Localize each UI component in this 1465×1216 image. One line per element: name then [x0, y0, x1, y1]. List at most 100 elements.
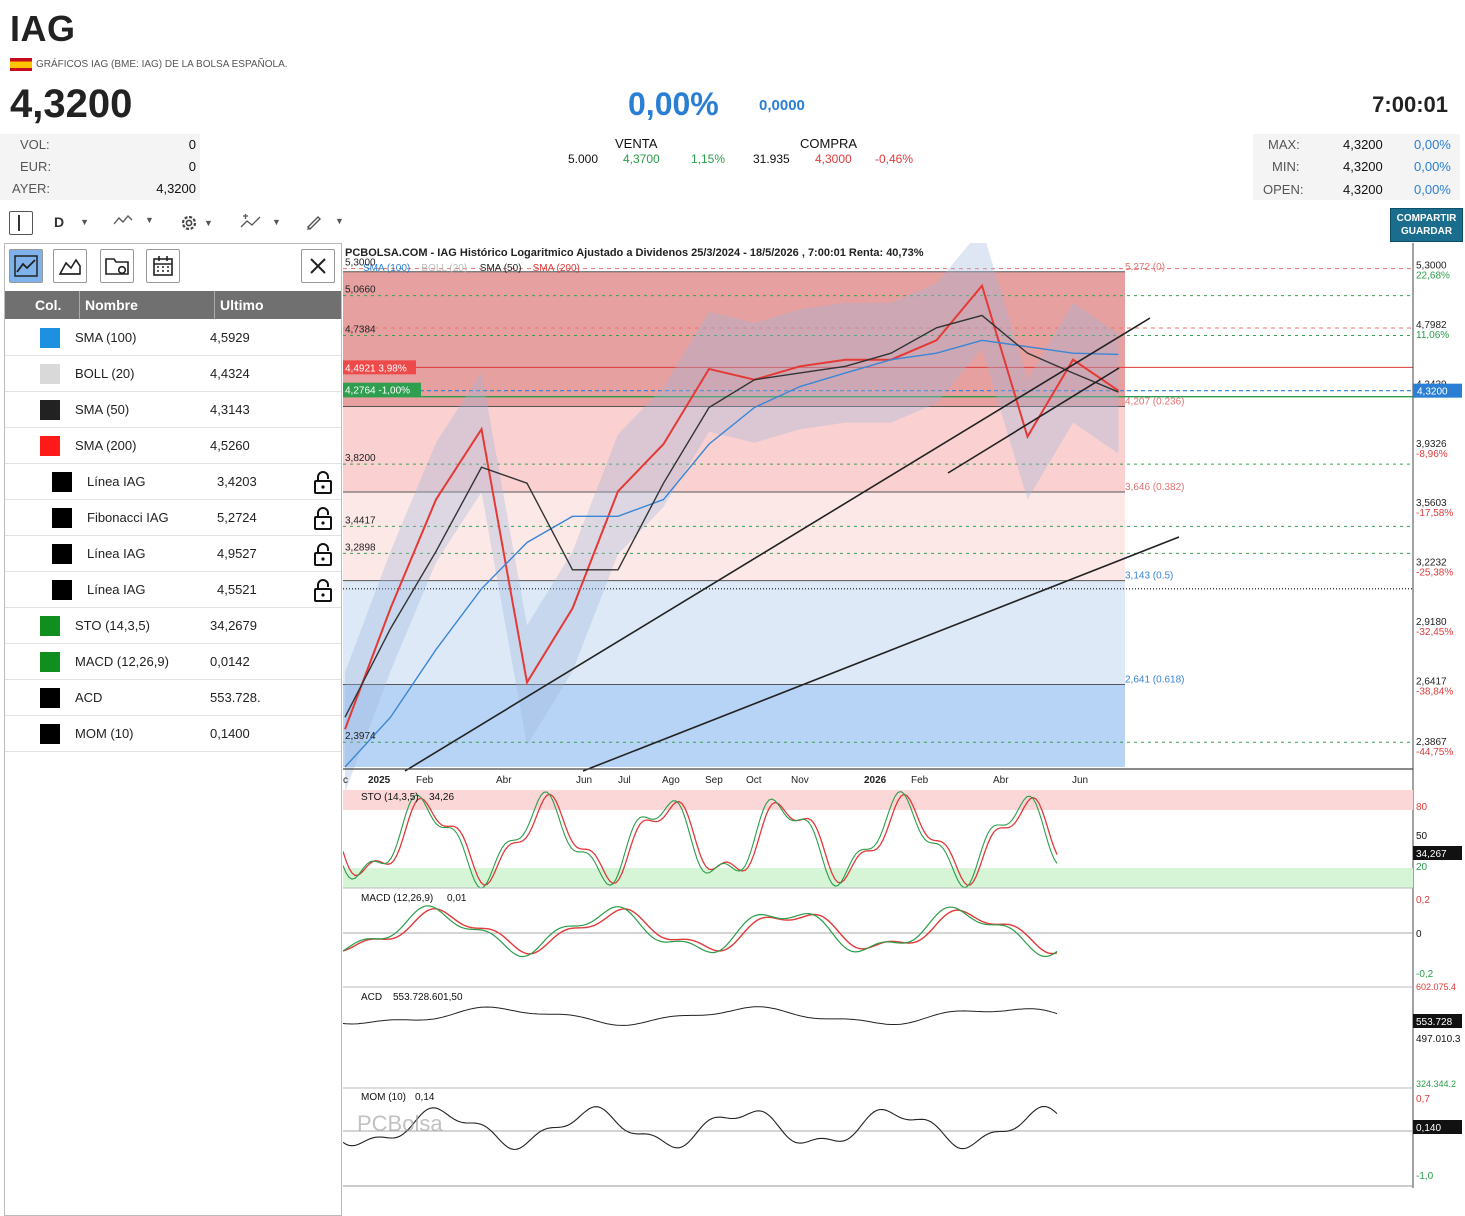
- settings-menu[interactable]: ▼: [178, 212, 213, 234]
- sto-oversold-zone: [343, 868, 1413, 888]
- acd-value: 553.728.601,50: [393, 992, 463, 1003]
- chevron-down-icon: ▼: [145, 215, 154, 225]
- draw-menu[interactable]: ▼: [305, 212, 344, 230]
- fib-label: 3,646 (0.382): [1125, 482, 1185, 493]
- last-price: 4,3200: [10, 82, 133, 126]
- stat-value-ayer: 4,3200: [156, 181, 196, 196]
- x-axis-label: Abr: [993, 775, 1009, 786]
- close-button[interactable]: [301, 249, 335, 283]
- indicator-row[interactable]: SMA (50) 4,3143: [5, 392, 341, 428]
- indicator-value: 4,4324: [210, 366, 250, 381]
- indicator-value: 0,0142: [210, 654, 250, 669]
- close-icon: [310, 258, 326, 274]
- mom-tag: 0,140: [1416, 1123, 1441, 1134]
- lock-icon[interactable]: [313, 470, 333, 494]
- calendar-icon: [153, 256, 173, 276]
- tab-indicators[interactable]: [9, 249, 43, 283]
- indicator-name: BOLL (20): [75, 366, 135, 381]
- chart-line-icon: [14, 255, 38, 277]
- indicator-row[interactable]: STO (14,3,5) 34,2679: [5, 608, 341, 644]
- indicator-name: MOM (10): [75, 726, 134, 741]
- x-axis-label: Nov: [791, 775, 809, 786]
- fib-label: 2,641 (0.618): [1125, 674, 1185, 685]
- indicator-row[interactable]: SMA (200) 4,5260: [5, 428, 341, 464]
- indicator-name: SMA (200): [75, 438, 137, 453]
- right-axis-pct: -17,58%: [1416, 508, 1453, 519]
- mom-label: MOM (10): [361, 1092, 406, 1103]
- venta-pct: 1,15%: [691, 152, 726, 166]
- color-swatch[interactable]: [40, 688, 60, 708]
- stat-value-max: 4,3200: [1343, 137, 1383, 152]
- line-style-menu[interactable]: ▼: [113, 212, 154, 228]
- chevron-down-icon: ▼: [80, 217, 90, 227]
- sto-label: STO (14,3,5): [361, 792, 419, 803]
- lock-icon[interactable]: [313, 578, 333, 602]
- legend-item: SMA (50): [480, 263, 522, 274]
- chevron-down-icon: ▼: [272, 217, 281, 227]
- x-axis-label: Oct: [746, 775, 762, 786]
- macd-axis-label: -0,2: [1416, 969, 1434, 980]
- acd-label: ACD: [361, 992, 382, 1003]
- indicator-row[interactable]: Línea IAG 4,5521: [5, 572, 341, 608]
- indicator-row[interactable]: Fibonacci IAG 5,2724: [5, 500, 341, 536]
- sto-axis-label: 80: [1416, 802, 1428, 813]
- indicator-name: SMA (50): [75, 402, 130, 417]
- panel-toggle-icon[interactable]: [9, 211, 33, 235]
- left-price-label: 4,7384: [345, 324, 376, 335]
- indicator-row[interactable]: SMA (100) 4,5929: [5, 320, 341, 356]
- color-swatch[interactable]: [40, 364, 60, 384]
- color-swatch[interactable]: [52, 580, 72, 600]
- macd-value: 0,01: [447, 893, 467, 904]
- left-price-label: 3,8200: [345, 453, 376, 464]
- chart-area[interactable]: PCBOLSA.COM - IAG Histórico Logaritmico …: [342, 228, 1465, 1188]
- spain-flag-icon: [10, 58, 32, 71]
- x-axis-label: Jun: [576, 775, 592, 786]
- color-swatch[interactable]: [40, 436, 60, 456]
- stat-label-eur: EUR:: [20, 159, 52, 174]
- indicator-value: 4,3143: [210, 402, 250, 417]
- indicator-row[interactable]: Línea IAG 3,4203: [5, 464, 341, 500]
- color-swatch[interactable]: [40, 652, 60, 672]
- color-swatch[interactable]: [52, 472, 72, 492]
- sto-tag: 34,267: [1416, 849, 1447, 860]
- save-label: GUARDAR: [1400, 226, 1453, 237]
- x-axis-label: Feb: [911, 775, 929, 786]
- indicator-row[interactable]: MACD (12,26,9) 0,0142: [5, 644, 341, 680]
- mom-axis-label: -1,0: [1416, 1171, 1434, 1182]
- color-swatch[interactable]: [52, 544, 72, 564]
- acd-axis-bottom: 497.010.3: [1416, 1034, 1461, 1045]
- color-swatch[interactable]: [52, 508, 72, 528]
- color-swatch[interactable]: [40, 724, 60, 744]
- indicator-value: 4,5929: [210, 330, 250, 345]
- indicator-row[interactable]: BOLL (20) 4,4324: [5, 356, 341, 392]
- tab-calendar[interactable]: [146, 249, 180, 283]
- acd-line: [342, 1006, 1058, 1026]
- indicator-row[interactable]: ACD 553.728.: [5, 680, 341, 716]
- venta-price: 4,3700: [623, 152, 660, 166]
- compra-qty: 31.935: [753, 152, 790, 166]
- indicator-row[interactable]: MOM (10) 0,1400: [5, 716, 341, 752]
- indicator-name: Fibonacci IAG: [87, 510, 169, 525]
- share-save-button[interactable]: COMPARTIR GUARDAR: [1390, 208, 1463, 242]
- lock-icon[interactable]: [313, 542, 333, 566]
- x-axis-label: Feb: [416, 775, 434, 786]
- macd-axis-label: 0: [1416, 929, 1422, 940]
- color-swatch[interactable]: [40, 400, 60, 420]
- name-header: Nombre: [85, 297, 138, 313]
- stat-pct-max: 0,00%: [1414, 137, 1451, 152]
- right-axis-pct: -8,96%: [1416, 449, 1448, 460]
- right-axis-pct: -38,84%: [1416, 686, 1453, 697]
- lock-icon[interactable]: [313, 506, 333, 530]
- period-select[interactable]: D ▼: [54, 214, 89, 230]
- tab-folder-settings[interactable]: [100, 249, 134, 283]
- indicators-menu[interactable]: ▼: [240, 213, 281, 231]
- left-price-label: 5,0660: [345, 285, 376, 296]
- stock-chart[interactable]: PCBOLSA.COM - IAG Histórico Logaritmico …: [342, 228, 1465, 1188]
- folder-settings-icon: [105, 258, 129, 275]
- tab-area-chart[interactable]: [53, 249, 87, 283]
- indicator-row[interactable]: Línea IAG 4,9527: [5, 536, 341, 572]
- color-swatch[interactable]: [40, 328, 60, 348]
- indicator-name: MACD (12,26,9): [75, 654, 169, 669]
- color-swatch[interactable]: [40, 616, 60, 636]
- share-label: COMPARTIR: [1396, 213, 1457, 224]
